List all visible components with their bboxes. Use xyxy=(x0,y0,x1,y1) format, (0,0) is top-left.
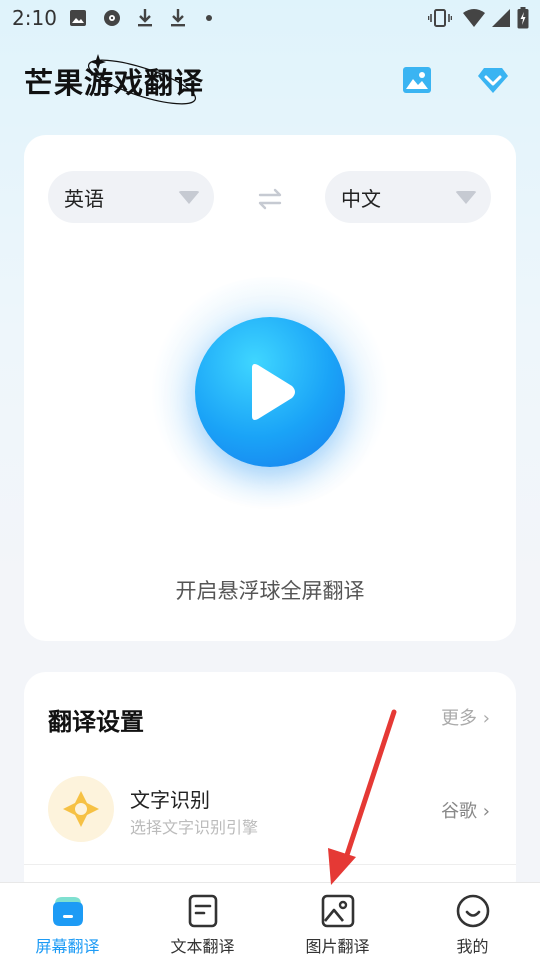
nav-item-text-translate[interactable]: 文本翻译 xyxy=(135,883,270,960)
chevron-right-icon: › xyxy=(482,708,490,729)
nav-label: 图片翻译 xyxy=(305,937,370,956)
translation-settings-card: 翻译设置 更多 › 文字识别 选择文字识别引擎 谷歌 › xyxy=(24,672,516,902)
vibrate-icon xyxy=(428,8,452,28)
battery-icon xyxy=(516,7,530,29)
diamond-icon xyxy=(478,68,508,93)
status-time: 2:10 xyxy=(12,6,57,30)
target-language-select[interactable]: 中文 xyxy=(325,171,491,223)
nav-label: 文本翻译 xyxy=(170,937,235,956)
chevron-right-icon: › xyxy=(482,801,490,822)
text-translate-icon xyxy=(185,893,221,929)
swap-languages-button[interactable] xyxy=(256,187,284,211)
more-label: 更多 xyxy=(441,708,478,729)
nav-label: 我的 xyxy=(456,937,489,956)
nav-item-screen-translate[interactable]: 屏幕翻译 xyxy=(0,883,135,960)
disc-notification-icon xyxy=(102,8,122,28)
floating-ball-caption: 开启悬浮球全屏翻译 xyxy=(175,579,365,603)
divider xyxy=(24,864,516,865)
profile-icon xyxy=(455,893,491,929)
ocr-setting-title: 文字识别 xyxy=(130,788,210,812)
status-bar: 2:10 xyxy=(0,0,540,36)
swap-arrows-icon xyxy=(258,188,282,210)
source-language-select[interactable]: 英语 xyxy=(48,171,214,223)
wifi-icon xyxy=(462,8,486,28)
cell-signal-icon xyxy=(490,8,512,28)
vip-button[interactable] xyxy=(473,62,513,98)
image-translate-icon xyxy=(320,893,356,929)
target-crosshair-icon xyxy=(63,791,99,827)
target-language-label: 中文 xyxy=(341,186,381,211)
nav-item-profile[interactable]: 我的 xyxy=(405,883,540,960)
start-floating-ball-button[interactable] xyxy=(195,317,345,467)
screen-translate-icon xyxy=(50,893,86,929)
ocr-setting-subtitle: 选择文字识别引擎 xyxy=(130,818,259,837)
source-language-label: 英语 xyxy=(64,186,104,211)
nav-label: 屏幕翻译 xyxy=(35,937,100,956)
download-notification-icon xyxy=(135,8,155,28)
image-icon xyxy=(403,67,431,93)
chevron-down-icon xyxy=(455,191,477,204)
ocr-setting-icon xyxy=(48,776,114,842)
app-title: 芒果游戏翻译 xyxy=(24,66,205,100)
ocr-engine-value[interactable]: 谷歌 › xyxy=(441,797,490,823)
ocr-engine-label: 谷歌 xyxy=(441,801,478,822)
settings-more-link[interactable]: 更多 › xyxy=(441,704,490,730)
bottom-navigation: 屏幕翻译 文本翻译 图片翻译 我的 xyxy=(0,882,540,960)
gallery-notification-icon xyxy=(68,8,88,28)
image-translate-shortcut-button[interactable] xyxy=(397,62,437,98)
play-icon xyxy=(252,364,295,420)
settings-title: 翻译设置 xyxy=(48,708,144,736)
chevron-down-icon xyxy=(178,191,200,204)
more-notifications-dot-icon xyxy=(204,8,214,28)
nav-item-image-translate[interactable]: 图片翻译 xyxy=(270,883,405,960)
translator-card: 英语 中文 开启悬浮球全屏翻译 xyxy=(24,135,516,641)
download-notification-icon-2 xyxy=(168,8,188,28)
